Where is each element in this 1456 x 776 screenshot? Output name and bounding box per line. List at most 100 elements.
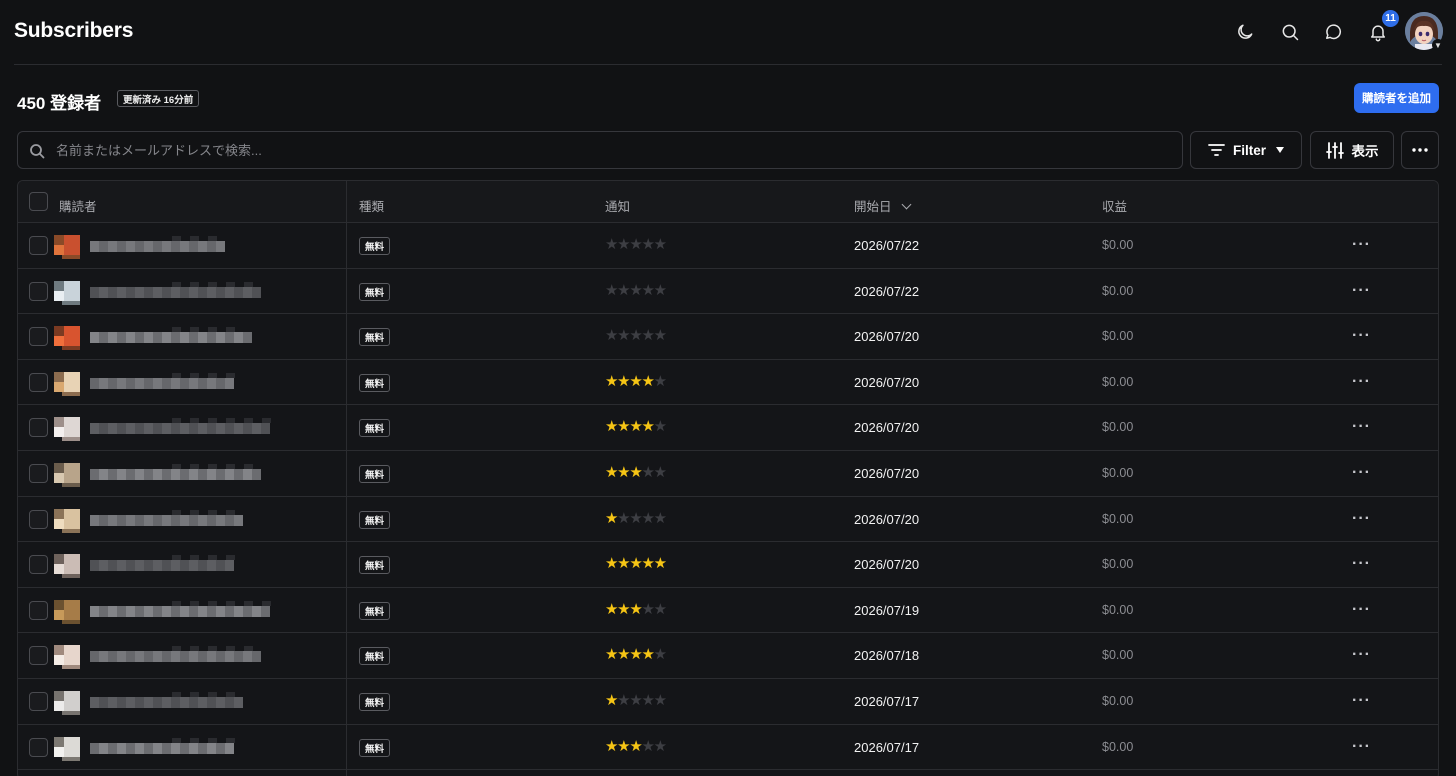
table-row[interactable]: 無料 ★★★★★ 2026/07/22 $0.00 ··· [18, 269, 1438, 315]
row-actions-ellipsis-icon[interactable]: ··· [1352, 281, 1370, 301]
row-actions-ellipsis-icon[interactable]: ··· [1352, 372, 1370, 392]
row-checkbox[interactable] [29, 737, 48, 757]
subscriber-name-redacted[interactable] [52, 598, 322, 624]
column-header-start-date[interactable]: 開始日 [854, 196, 911, 215]
table-row[interactable]: 無料 ★★★★★ 2026/07/20 $0.00 ··· [18, 451, 1438, 497]
star-icon: ★ [605, 509, 618, 527]
search-button[interactable] [1278, 20, 1302, 44]
star-icon: ★ [617, 281, 630, 299]
header-divider [14, 64, 1442, 65]
subscriber-name-redacted[interactable] [52, 233, 322, 259]
star-icon: ★ [617, 464, 630, 481]
star-icon: ★ [629, 418, 642, 436]
row-actions-ellipsis-icon[interactable]: ··· [1352, 509, 1370, 529]
subscriber-name-redacted[interactable] [52, 461, 322, 487]
star-icon: ★ [605, 327, 618, 345]
search-field[interactable] [17, 131, 1183, 169]
view-options-button[interactable]: 表示 [1310, 131, 1394, 169]
row-checkbox[interactable] [29, 600, 48, 620]
plan-type-badge: 無料 [359, 328, 391, 347]
table-row[interactable]: 無料 ★★★★★ 2026/07/20 $0.00 ··· [18, 542, 1438, 588]
row-actions-ellipsis-icon[interactable]: ··· [1352, 235, 1370, 255]
subscriber-name-redacted[interactable] [52, 324, 322, 351]
table-row[interactable]: 無料 ★★★★★ 2026/07/20 $0.00 ··· [18, 360, 1438, 406]
table-row[interactable]: 無料 ★★★★★ 2026/07/20 $0.00 ··· [18, 405, 1438, 451]
start-date-value: 2026/07/20 [854, 420, 920, 436]
star-icon: ★ [605, 464, 618, 481]
revenue-value: $0.00 [1102, 329, 1134, 344]
row-checkbox[interactable] [29, 692, 48, 711]
star-icon: ★ [641, 646, 654, 664]
column-header-revenue[interactable]: 収益 [1102, 196, 1127, 215]
filter-button[interactable]: Filter [1190, 131, 1302, 169]
subscriber-name-redacted[interactable] [52, 415, 322, 442]
column-header-notification[interactable]: 通知 [605, 196, 630, 215]
notification-rating: ★★★★★ [605, 692, 667, 710]
row-actions-ellipsis-icon[interactable]: ··· [1352, 600, 1370, 620]
row-checkbox[interactable] [29, 281, 48, 301]
row-actions-ellipsis-icon[interactable]: ··· [1352, 326, 1370, 346]
subscriber-name-redacted[interactable] [52, 689, 322, 715]
revenue-value: $0.00 [1102, 648, 1134, 663]
star-icon: ★ [629, 737, 642, 755]
row-actions-ellipsis-icon[interactable]: ··· [1352, 645, 1370, 665]
add-subscriber-button[interactable]: 購読者を追加 [1354, 83, 1439, 113]
table-row[interactable]: 無料 ★★★★★ 2026/07/19 $0.00 ··· [18, 588, 1438, 634]
subscriber-name-redacted[interactable] [52, 643, 322, 670]
ellipsis-icon [1412, 148, 1428, 152]
start-date-value: 2026/07/20 [854, 374, 920, 390]
plan-type-badge: 無料 [359, 419, 391, 438]
table-row[interactable]: 無料 ★★★★★ 2026/07/20 $0.00 ··· [18, 314, 1438, 360]
table-row[interactable]: 無料 ★★★★★ 2026/07/17 $0.00 ··· [18, 725, 1438, 771]
row-checkbox[interactable] [29, 509, 48, 529]
chat-button[interactable] [1321, 20, 1345, 44]
row-checkbox[interactable] [29, 327, 48, 347]
dark-mode-toggle[interactable] [1233, 20, 1257, 44]
star-icon: ★ [617, 692, 630, 709]
notification-rating: ★★★★★ [605, 418, 667, 436]
plan-type-badge: 無料 [359, 282, 391, 301]
subscriber-name-redacted[interactable] [52, 279, 322, 305]
star-icon: ★ [617, 737, 630, 755]
subscriber-name-redacted[interactable] [52, 370, 322, 396]
star-icon: ★ [617, 509, 630, 527]
sort-chevron-down-icon[interactable] [901, 199, 911, 210]
row-checkbox[interactable] [29, 464, 48, 483]
page-title: Subscribers [14, 19, 134, 42]
revenue-value: $0.00 [1102, 602, 1134, 617]
subscribers-table: 購読者 種類 通知 開始日 収益 無料 ★★★★★ 2026/07/22 $0.00 ·… [17, 180, 1439, 776]
row-checkbox[interactable] [29, 646, 48, 666]
star-icon: ★ [629, 372, 642, 390]
notification-rating: ★★★★★ [605, 281, 667, 300]
star-icon: ★ [605, 600, 618, 618]
select-all-checkbox[interactable] [29, 192, 48, 211]
plan-type-badge: 無料 [359, 373, 391, 392]
column-header-subscriber[interactable]: 購読者 [59, 196, 97, 215]
row-checkbox[interactable] [29, 418, 48, 438]
table-row[interactable]: 無料 ★★★★★ 2026/07/22 $0.00 ··· [18, 223, 1438, 269]
table-row[interactable]: 無料 ★★★★★ 2026/07/17 $0.00 ··· [18, 679, 1438, 725]
column-header-type[interactable]: 種類 [359, 196, 384, 215]
notification-rating: ★★★★★ [605, 737, 667, 756]
more-options-button[interactable] [1401, 131, 1439, 169]
star-icon: ★ [605, 372, 618, 390]
row-actions-ellipsis-icon[interactable]: ··· [1352, 737, 1370, 757]
subscriber-name-redacted[interactable] [52, 552, 322, 579]
subscriber-name-redacted[interactable] [52, 735, 322, 761]
row-actions-ellipsis-icon[interactable]: ··· [1352, 463, 1370, 483]
search-input[interactable] [56, 132, 1166, 168]
row-actions-ellipsis-icon[interactable]: ··· [1352, 691, 1370, 711]
avatar-dropdown-caret[interactable]: ▼ [1432, 39, 1444, 51]
top-bar: Subscribers 11 ▼ [0, 0, 1456, 64]
row-actions-ellipsis-icon[interactable]: ··· [1352, 554, 1370, 574]
row-checkbox[interactable] [29, 372, 48, 392]
row-actions-ellipsis-icon[interactable]: ··· [1352, 417, 1370, 437]
subscriber-name-redacted[interactable] [52, 507, 322, 533]
star-icon: ★ [629, 236, 642, 253]
table-row[interactable]: 無料 ★★★★★ 2026/07/20 $0.00 ··· [18, 497, 1438, 543]
table-row[interactable]: 無料 ★★★★★ 2026/07/18 $0.00 ··· [18, 633, 1438, 679]
row-checkbox[interactable] [29, 555, 48, 575]
plan-type-badge: 無料 [359, 510, 391, 529]
row-checkbox[interactable] [29, 236, 48, 255]
star-icon: ★ [641, 600, 654, 618]
